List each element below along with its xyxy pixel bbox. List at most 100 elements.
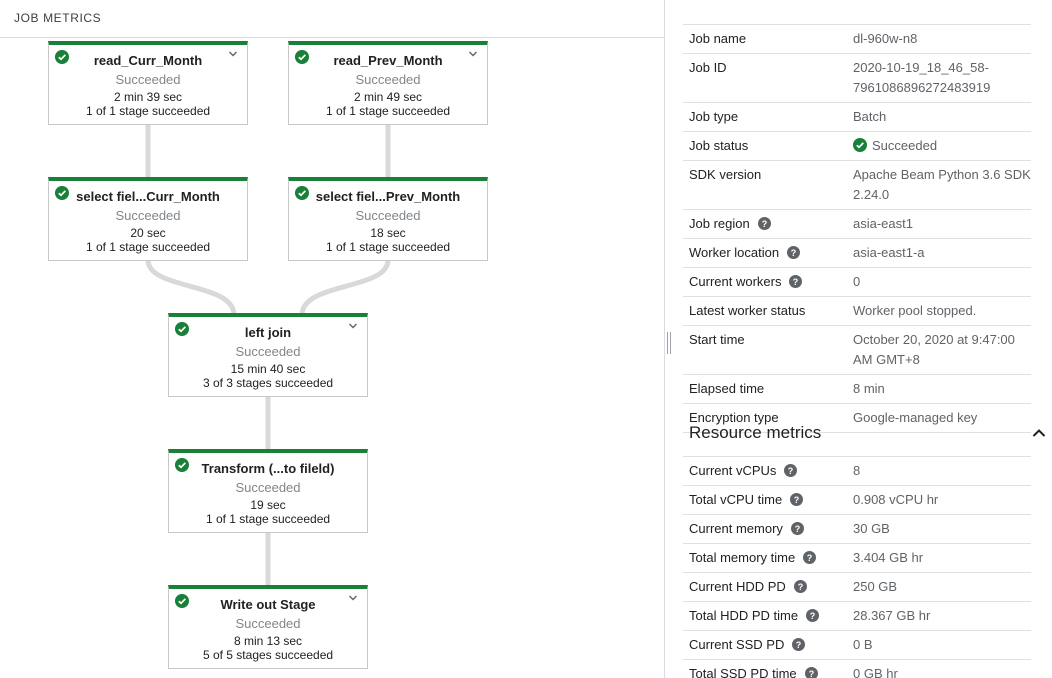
node-stages: 3 of 3 stages succeeded: [202, 376, 334, 390]
success-check-icon: [853, 138, 867, 152]
help-icon[interactable]: ?: [806, 609, 820, 622]
metric-label-text: Current HDD PD: [689, 579, 786, 594]
help-icon[interactable]: ?: [804, 667, 818, 678]
node-duration: 19 sec: [250, 498, 286, 512]
metric-label-text: Total HDD PD time: [689, 608, 799, 623]
help-icon[interactable]: ?: [790, 493, 804, 506]
node-title: read_Prev_Month: [333, 53, 443, 68]
info-label: Worker location?: [683, 238, 847, 268]
node-title: read_Curr_Month: [93, 53, 203, 68]
info-row-latest-worker-status: Latest worker status Worker pool stopped…: [683, 296, 1031, 326]
svg-text:?: ?: [796, 640, 802, 650]
node-stages: 1 of 1 stage succeeded: [325, 240, 451, 254]
metric-label: Current SSD PD?: [683, 630, 847, 660]
help-icon[interactable]: ?: [757, 217, 771, 230]
resource-metrics-header[interactable]: Resource metrics: [689, 422, 1046, 446]
graph-node-transform[interactable]: Transform (...to fileld) Succeeded 19 se…: [168, 449, 368, 533]
node-status: Succeeded: [355, 208, 421, 223]
svg-text:?: ?: [761, 219, 767, 229]
metric-value: 8: [847, 456, 1031, 486]
info-label: Job status: [683, 131, 847, 161]
info-row-current-workers: Current workers? 0: [683, 267, 1031, 297]
metric-row-current-memory: Current memory? 30 GB: [683, 514, 1031, 544]
info-value: 8 min: [847, 374, 1031, 404]
node-duration: 8 min 13 sec: [233, 634, 303, 648]
info-row-elapsed-time: Elapsed time 8 min: [683, 374, 1031, 404]
graph-node-write-out-stage[interactable]: Write out Stage Succeeded 8 min 13 sec 5…: [168, 585, 368, 669]
node-duration: 15 min 40 sec: [230, 362, 306, 376]
chevron-down-icon[interactable]: [468, 49, 478, 59]
info-label: Current workers?: [683, 267, 847, 297]
metric-label-text: Total memory time: [689, 550, 796, 565]
success-check-icon: [295, 50, 309, 64]
graph-node-read-prev-month[interactable]: read_Prev_Month Succeeded 2 min 49 sec 1…: [288, 41, 488, 125]
success-check-icon: [175, 322, 189, 336]
chevron-down-icon[interactable]: [348, 321, 358, 331]
info-label: Start time: [683, 325, 847, 375]
node-status: Succeeded: [235, 344, 301, 359]
metric-label-text: Current vCPUs: [689, 463, 777, 478]
metric-label: Total memory time?: [683, 543, 847, 573]
svg-text:?: ?: [788, 466, 794, 476]
job-info-panel: Job name dl-960w-n8 Job ID 2020-10-19_18…: [672, 0, 1052, 678]
info-label: SDK version: [683, 160, 847, 210]
metric-label-text: Total SSD PD time: [689, 666, 797, 678]
svg-text:?: ?: [798, 582, 804, 592]
resource-metrics-table: Current vCPUs? 8 Total vCPU time? 0.908 …: [683, 456, 1031, 678]
graph-node-left-join[interactable]: left join Succeeded 15 min 40 sec 3 of 3…: [168, 313, 368, 397]
info-label: Job name: [683, 24, 847, 54]
job-status-text: Succeeded: [872, 138, 938, 153]
info-row-start-time: Start time October 20, 2020 at 9:47:00 A…: [683, 325, 1031, 375]
node-stages: 1 of 1 stage succeeded: [205, 512, 331, 526]
node-stages: 1 of 1 stage succeeded: [85, 104, 211, 118]
graph-node-select-curr-month[interactable]: select fiel...Curr_Month Succeeded 20 se…: [48, 177, 248, 261]
node-duration: 20 sec: [130, 226, 166, 240]
svg-text:?: ?: [810, 611, 816, 621]
success-check-icon: [295, 186, 309, 200]
job-metrics-tab-bar: JOB METRICS: [0, 0, 664, 38]
metric-label-text: Current memory: [689, 521, 783, 536]
metric-label: Total SSD PD time?: [683, 659, 847, 678]
metric-row-total-ssd-pd-time: Total SSD PD time? 0 GB hr: [683, 659, 1031, 678]
success-check-icon: [175, 594, 189, 608]
chevron-up-icon[interactable]: [1031, 426, 1047, 440]
metric-row-total-memory-time: Total memory time? 3.404 GB hr: [683, 543, 1031, 573]
panel-resize-handle[interactable]: [667, 332, 671, 354]
node-title: Write out Stage: [220, 597, 316, 612]
info-label-text: Job region: [689, 216, 750, 231]
svg-text:?: ?: [807, 553, 813, 563]
help-icon[interactable]: ?: [803, 551, 817, 564]
info-label: Job type: [683, 102, 847, 132]
metric-row-current-hdd-pd: Current HDD PD? 250 GB: [683, 572, 1031, 602]
success-check-icon: [55, 186, 69, 200]
metric-label: Current memory?: [683, 514, 847, 544]
help-icon[interactable]: ?: [789, 275, 803, 288]
metric-row-total-vcpu-time: Total vCPU time? 0.908 vCPU hr: [683, 485, 1031, 515]
chevron-down-icon[interactable]: [348, 593, 358, 603]
svg-text:?: ?: [794, 495, 800, 505]
graph-node-select-prev-month[interactable]: select fiel...Prev_Month Succeeded 18 se…: [288, 177, 488, 261]
edge-select-prev-to-left-join: [299, 257, 391, 317]
node-status: Succeeded: [235, 480, 301, 495]
metric-value: 0.908 vCPU hr: [847, 485, 1031, 515]
graph-node-read-curr-month[interactable]: read_Curr_Month Succeeded 2 min 39 sec 1…: [48, 41, 248, 125]
info-value: dl-960w-n8: [847, 24, 1031, 54]
help-icon[interactable]: ?: [787, 246, 801, 259]
metric-label: Current vCPUs?: [683, 456, 847, 486]
node-duration: 2 min 49 sec: [353, 90, 423, 104]
tab-job-metrics[interactable]: JOB METRICS: [14, 11, 101, 25]
help-icon[interactable]: ?: [790, 522, 804, 535]
node-title: select fiel...Prev_Month: [315, 189, 461, 204]
svg-text:?: ?: [791, 248, 797, 258]
info-label: Job ID: [683, 53, 847, 103]
resource-metrics-title: Resource metrics: [689, 423, 822, 442]
info-row-worker-location: Worker location? asia-east1-a: [683, 238, 1031, 268]
help-icon[interactable]: ?: [784, 464, 798, 477]
node-status: Succeeded: [115, 208, 181, 223]
help-icon[interactable]: ?: [793, 580, 807, 593]
metric-value: 3.404 GB hr: [847, 543, 1031, 573]
chevron-down-icon[interactable]: [228, 49, 238, 59]
info-value: asia-east1-a: [847, 238, 1031, 268]
help-icon[interactable]: ?: [792, 638, 806, 651]
metric-label: Current HDD PD?: [683, 572, 847, 602]
